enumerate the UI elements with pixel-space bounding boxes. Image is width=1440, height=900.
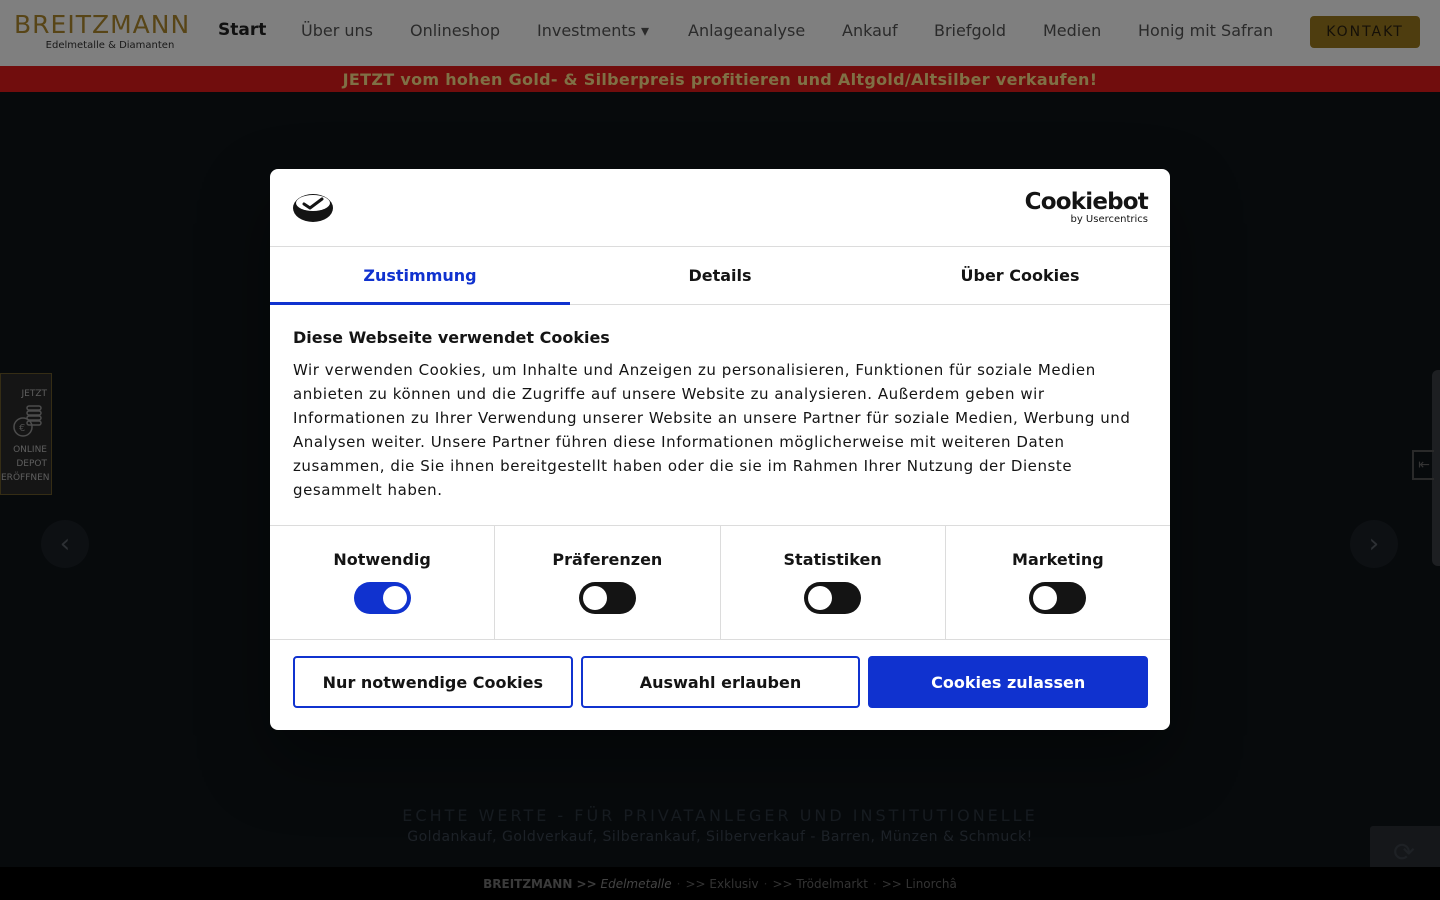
- category-statistics: Statistiken: [721, 526, 946, 639]
- allow-selection-button[interactable]: Auswahl erlauben: [580, 656, 861, 708]
- toggle-necessary[interactable]: [353, 582, 411, 614]
- tab-details[interactable]: Details: [570, 247, 870, 304]
- toggle-preferences[interactable]: [578, 582, 636, 614]
- dialog-description: Wir verwenden Cookies, um Inhalte und An…: [293, 361, 1131, 499]
- toggle-marketing[interactable]: [1029, 582, 1087, 614]
- toggle-knob: [582, 586, 607, 610]
- toggle-knob: [808, 586, 833, 610]
- consent-categories: Notwendig Präferenzen Statistiken Market…: [270, 526, 1170, 640]
- category-necessary: Notwendig: [270, 526, 496, 639]
- category-marketing: Marketing: [946, 526, 1170, 639]
- dialog-tabs: Zustimmung Details Über Cookies: [270, 247, 1170, 305]
- cookiebot-byline: by Usercentrics: [1070, 214, 1148, 225]
- category-label: Marketing: [1012, 550, 1104, 569]
- dialog-title: Diese Webseite verwendet Cookies: [293, 328, 610, 347]
- category-preferences: Präferenzen: [495, 526, 721, 639]
- category-label: Statistiken: [783, 550, 882, 569]
- category-label: Notwendig: [333, 550, 431, 569]
- cookiebot-wordmark: Cookiebot: [1024, 189, 1149, 215]
- allow-all-button[interactable]: Cookies zulassen: [868, 656, 1149, 708]
- cookiebot-logo-icon: [293, 194, 333, 222]
- tab-ueber-cookies[interactable]: Über Cookies: [870, 247, 1170, 304]
- dialog-body: Diese Webseite verwendet Cookies Wir ver…: [270, 305, 1170, 526]
- toggle-knob: [382, 586, 407, 610]
- necessary-only-button[interactable]: Nur notwendige Cookies: [293, 656, 573, 708]
- cookiebot-brand[interactable]: Cookiebot by Usercentrics: [1024, 189, 1149, 225]
- toggle-statistics[interactable]: [804, 582, 862, 614]
- dialog-actions: Nur notwendige Cookies Auswahl erlauben …: [270, 640, 1170, 708]
- toggle-knob: [1033, 586, 1058, 610]
- tab-zustimmung[interactable]: Zustimmung: [270, 247, 570, 305]
- cookie-consent-dialog: Cookiebot by Usercentrics Zustimmung Det…: [270, 169, 1170, 730]
- category-label: Präferenzen: [552, 550, 663, 569]
- dialog-header: Cookiebot by Usercentrics: [270, 169, 1170, 247]
